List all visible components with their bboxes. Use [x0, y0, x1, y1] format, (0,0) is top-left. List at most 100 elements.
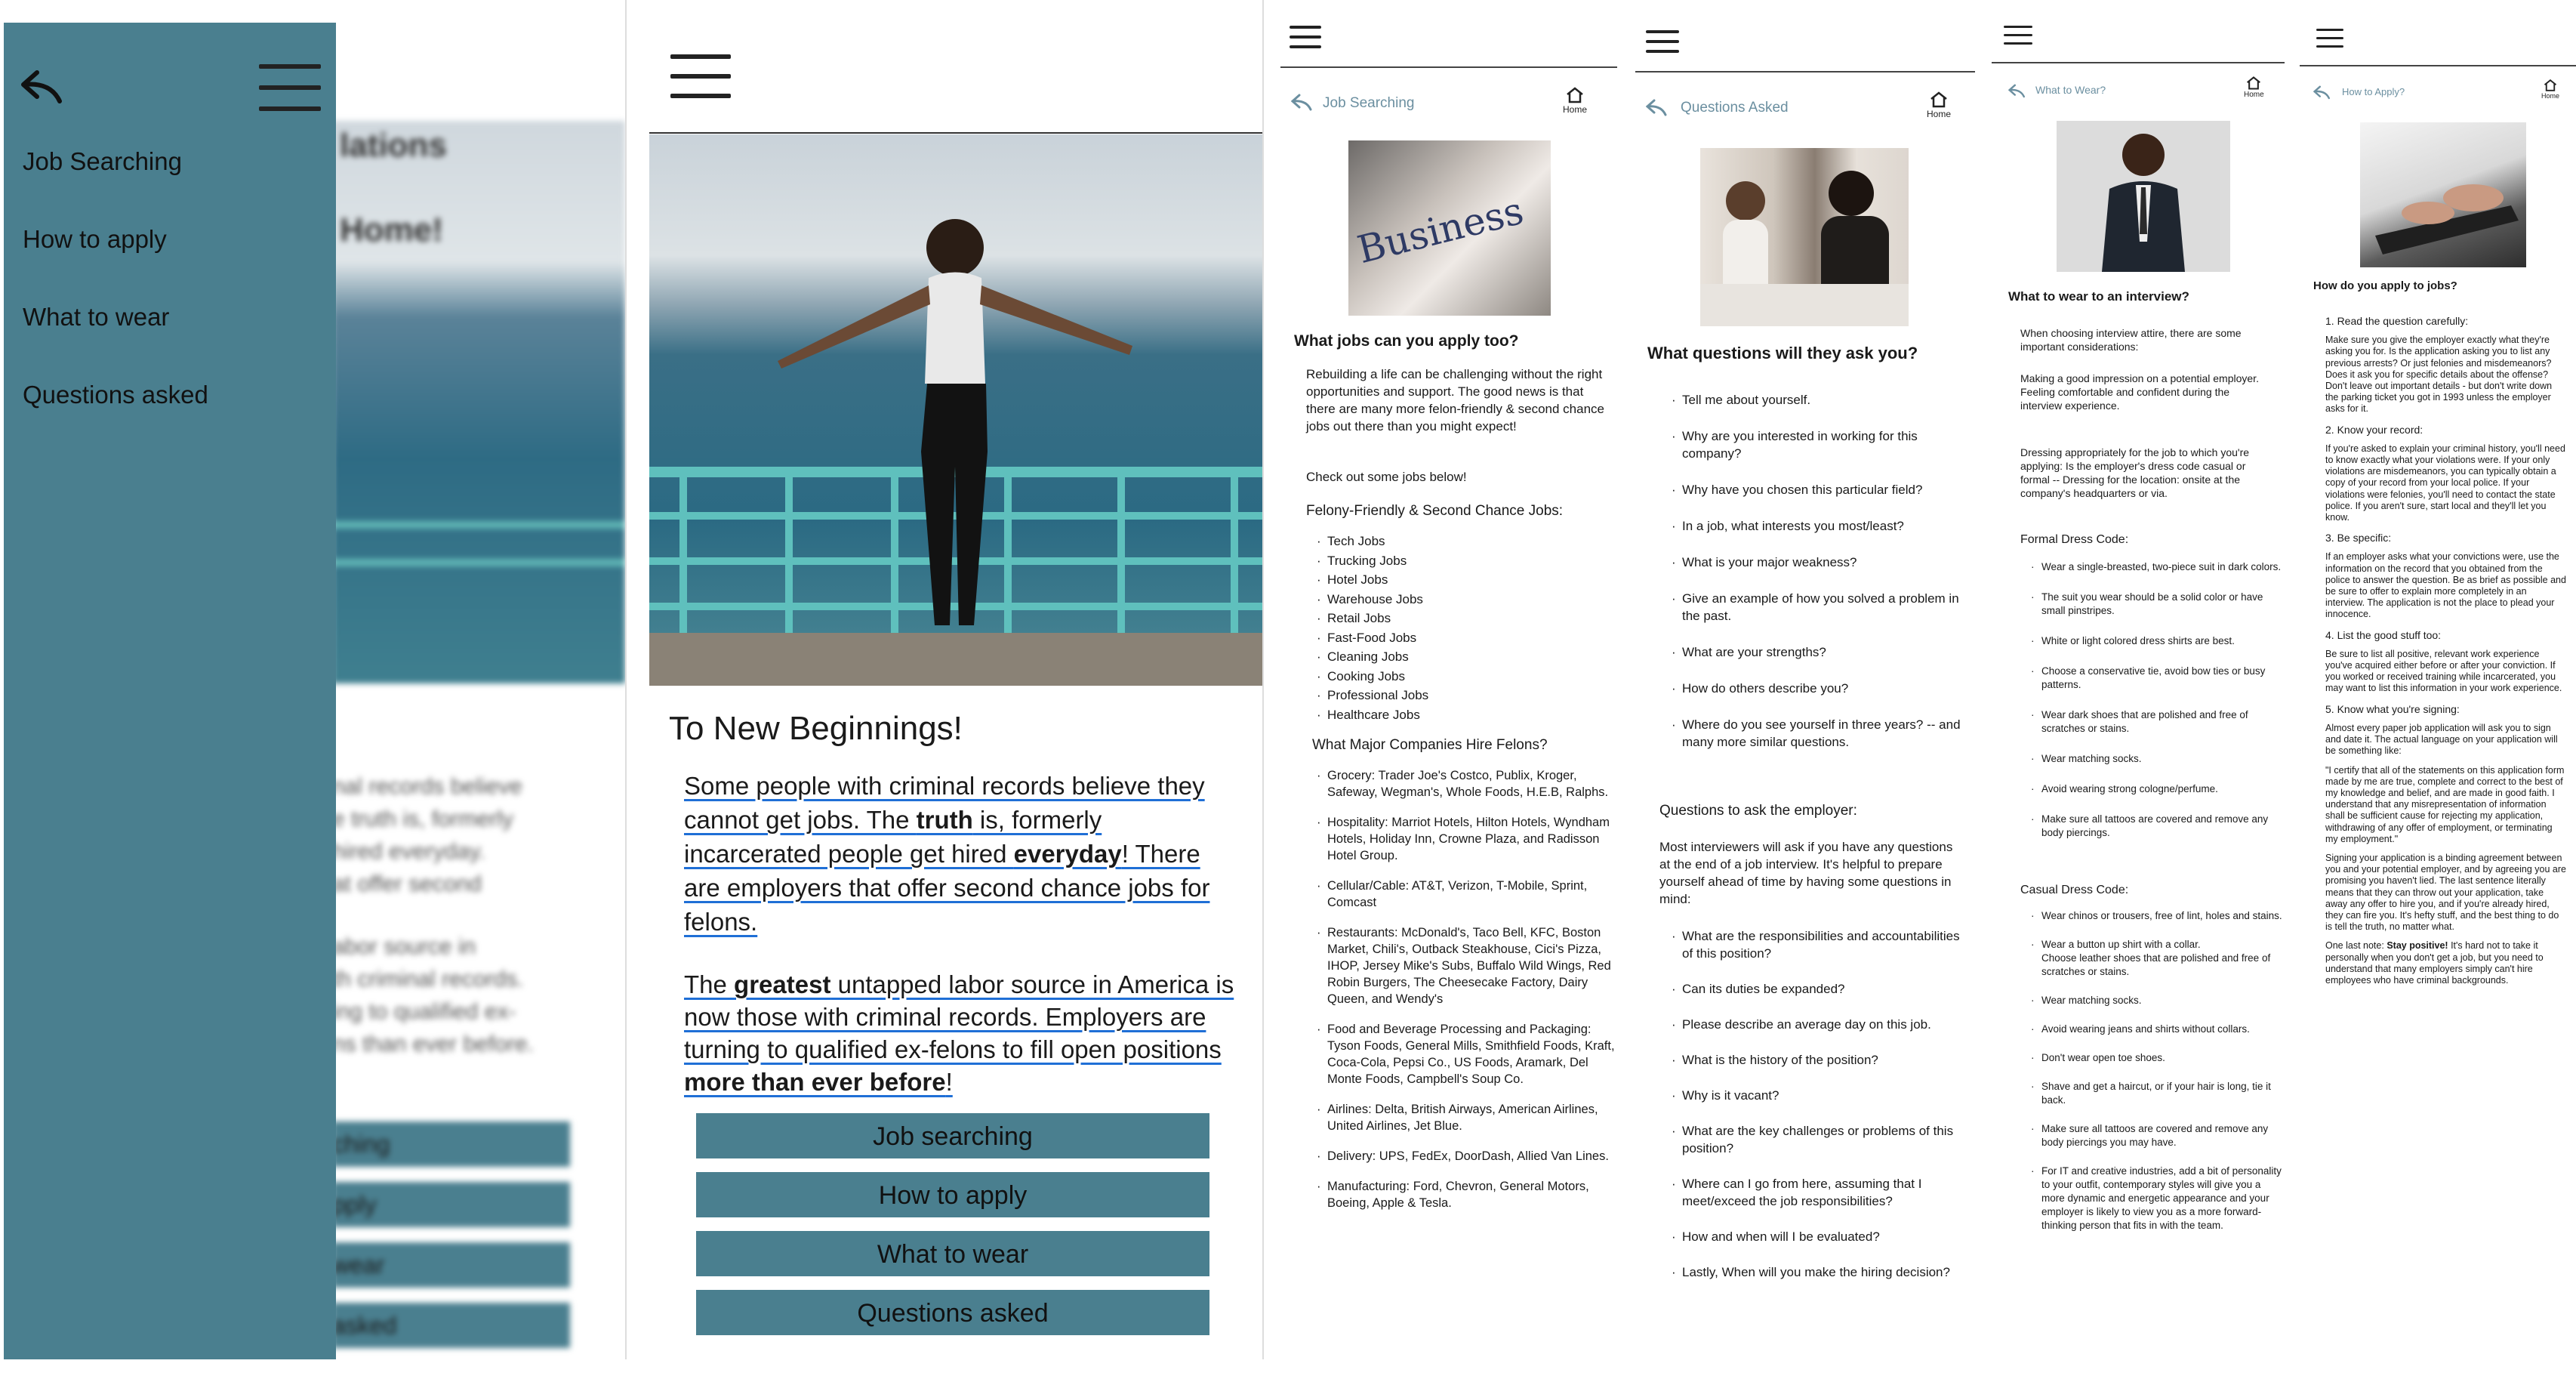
job-list: Tech Jobs Trucking Jobs Hotel Jobs Wareh… [1312, 532, 1614, 724]
list-item: Airlines: Delta, British Airways, Americ… [1317, 1101, 1619, 1134]
list-item: Wear a single-breasted, two-piece suit i… [2031, 560, 2283, 574]
step-body: Almost every paper job application will … [2325, 722, 2558, 757]
screen-menu: lations Home! nal records believe e trut… [0, 0, 625, 1359]
what-to-wear-button[interactable]: What to wear [696, 1231, 1209, 1276]
section-heading: How do you apply to jobs? [2313, 279, 2457, 292]
list-item: For IT and creative industries, add a bi… [2031, 1165, 2283, 1232]
interview-photo [1700, 148, 1909, 326]
list-item: What are your strengths? [1672, 643, 1969, 661]
home-icon[interactable]: Home [1563, 86, 1587, 115]
list-item: Where do you see yourself in three years… [1672, 716, 1969, 751]
intro-text: Most interviewers will ask if you have a… [1659, 840, 1953, 906]
step-body: If you're asked to explain your criminal… [2325, 443, 2565, 523]
list-item: Make sure all tattoos are covered and re… [2031, 1122, 2283, 1149]
list-item: Cooking Jobs [1317, 667, 1614, 686]
screen-job-searching: Job Searching Home Business What jobs ca… [1262, 0, 1619, 1359]
list-item: Wear matching socks. [2031, 994, 2283, 1007]
list-item: Make sure all tattoos are covered and re… [2031, 813, 2283, 840]
section-heading: What questions will they ask you? [1647, 344, 1918, 362]
list-item: Don't wear open toe shoes. [2031, 1051, 2283, 1065]
company-list: Grocery: Trader Joe's Costco, Publix, Kr… [1312, 767, 1619, 1211]
list-item: Can its duties be expanded? [1672, 980, 1969, 998]
list-item: Manufacturing: Ford, Chevron, General Mo… [1317, 1178, 1619, 1211]
blurred-railing [332, 521, 625, 566]
intro-text: When choosing interview attire, there ar… [2020, 327, 2242, 353]
list-item: How do others describe you? [1672, 680, 1969, 697]
menu-item-job-searching[interactable]: Job Searching [23, 147, 182, 176]
header-divider [2300, 65, 2576, 66]
blurred-button: pply [332, 1182, 570, 1227]
screen-home: To New Beginnings! Some people with crim… [625, 0, 1264, 1359]
step-title: 2. Know your record: [2325, 423, 2423, 436]
list-item: Warehouse Jobs [1317, 590, 1614, 609]
back-arrow-icon[interactable] [2313, 85, 2331, 103]
laptop-typing-photo [2360, 122, 2526, 267]
menu-item-what-to-wear[interactable]: What to wear [23, 303, 169, 332]
list-item: Fast-Food Jobs [1317, 628, 1614, 648]
blurred-title-2: Home! [340, 211, 443, 248]
list-item: Shave and get a haircut, or if your hair… [2031, 1080, 2283, 1107]
screen-what-to-wear: What to Wear? Home What to wear to an in… [1975, 0, 2285, 1359]
list-item: Where can I go from here, assuming that … [1672, 1175, 1969, 1210]
blurred-button: ching [332, 1121, 570, 1167]
signing-text: Signing your application is a binding ag… [2325, 852, 2566, 933]
header-divider [649, 132, 1264, 134]
section-heading: What jobs can you apply too? [1294, 332, 1519, 350]
questions-asked-button[interactable]: Questions asked [696, 1290, 1209, 1335]
blurred-title-1: lations [340, 127, 447, 164]
screen-questions-asked: Questions Asked Home What questions will… [1617, 0, 1975, 1359]
page-title: Questions Asked [1681, 100, 1789, 116]
blurred-hero-image [332, 121, 625, 683]
side-menu-panel: Job Searching How to apply What to wear … [4, 23, 336, 1359]
page-heading: To New Beginnings! [669, 710, 963, 747]
page-title: What to Wear? [2035, 84, 2106, 96]
hamburger-menu-icon[interactable] [2004, 26, 2032, 45]
list-item: Why is it vacant? [1672, 1087, 1969, 1104]
list-item: Hotel Jobs [1317, 570, 1614, 590]
page-title: Job Searching [1323, 95, 1415, 111]
list-item: The suit you wear should be a solid colo… [2031, 591, 2283, 618]
home-icon[interactable]: Home [1927, 91, 1951, 119]
back-arrow-icon[interactable] [1645, 98, 1669, 120]
section-heading: Casual Dress Code: [2020, 884, 2129, 896]
hamburger-menu-icon[interactable] [670, 54, 731, 98]
list-item: Hospitality: Marriot Hotels, Hilton Hote… [1317, 814, 1619, 864]
list-item: What is the history of the position? [1672, 1051, 1969, 1069]
job-searching-button[interactable]: Job searching [696, 1113, 1209, 1158]
list-item: Wear matching socks. [2031, 752, 2283, 766]
list-item: Wear dark shoes that are polished and fr… [2031, 708, 2283, 736]
back-arrow-icon[interactable] [2007, 83, 2026, 102]
section-heading: What to wear to an interview? [2008, 289, 2189, 304]
header-divider [1992, 62, 2285, 63]
back-arrow-icon[interactable] [20, 68, 66, 106]
list-item: Healthcare Jobs [1317, 705, 1614, 725]
back-arrow-icon[interactable] [1290, 93, 1314, 115]
home-icon[interactable]: Home [2244, 76, 2264, 99]
list-item: How and when will I be evaluated? [1672, 1228, 1969, 1245]
menu-item-how-to-apply[interactable]: How to apply [23, 225, 167, 254]
blurred-button: asked [332, 1303, 570, 1348]
menu-item-questions-asked[interactable]: Questions asked [23, 381, 208, 409]
screen-how-to-apply: How to Apply? Home How do you apply to j… [2285, 0, 2576, 1359]
hamburger-menu-icon[interactable] [259, 64, 321, 111]
certification-quote: "I certify that all of the statements on… [2325, 764, 2565, 844]
hamburger-menu-icon[interactable] [2316, 29, 2343, 48]
formal-dress-list: Wear a single-breasted, two-piece suit i… [2026, 560, 2283, 840]
step-title: 5. Know what you're signing: [2325, 702, 2460, 715]
hamburger-menu-icon[interactable] [1290, 26, 1321, 48]
list-item: Lastly, When will you make the hiring de… [1672, 1263, 1969, 1281]
header-divider [1280, 66, 1619, 68]
list-item: White or light colored dress shirts are … [2031, 634, 2283, 648]
list-item: Tell me about yourself. [1672, 391, 1969, 409]
home-icon[interactable]: Home [2541, 79, 2559, 100]
intro-paragraph-2: The greatest untapped labor source in Am… [684, 970, 1234, 1096]
list-item: Restaurants: McDonald's, Taco Bell, KFC,… [1317, 924, 1619, 1007]
intro-text: Dressing appropriately for the job to wh… [2020, 446, 2250, 499]
questions-list: Tell me about yourself. Why are you inte… [1667, 391, 1969, 751]
how-to-apply-button[interactable]: How to apply [696, 1172, 1209, 1217]
last-note: One last note: Stay positive! It's hard … [2325, 940, 2544, 986]
step-title: 1. Read the question carefully: [2325, 315, 2469, 327]
page-title: How to Apply? [2342, 86, 2405, 97]
hamburger-menu-icon[interactable] [1646, 30, 1679, 53]
apply-steps: 1. Read the question carefully: Make sur… [2325, 315, 2567, 986]
